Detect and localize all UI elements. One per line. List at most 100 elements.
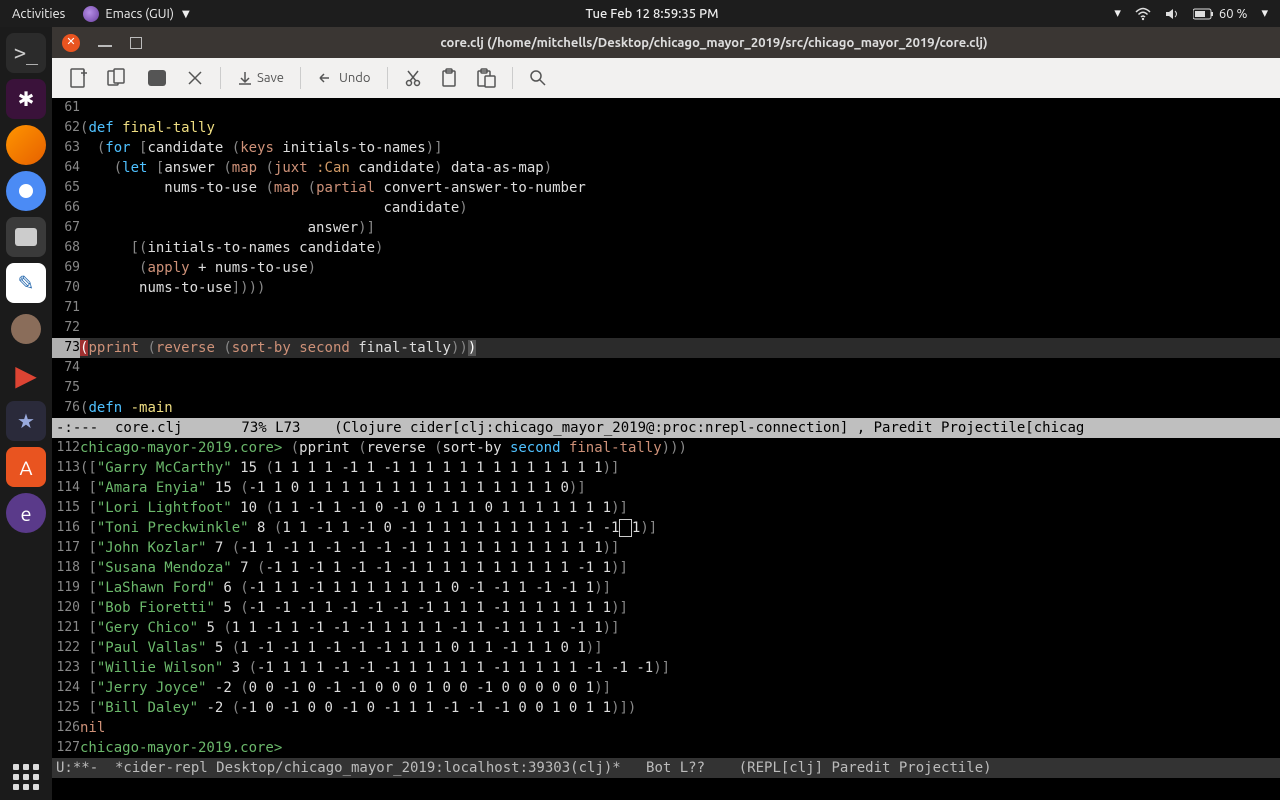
code-text: candidate) <box>80 198 1280 218</box>
close-pane-button[interactable] <box>180 65 210 91</box>
code-text: ["Susana Mendoza" 7 (-1 1 -1 1 -1 -1 -1 … <box>80 558 1280 578</box>
code-line[interactable]: 67 answer)] <box>52 218 1280 238</box>
code-line[interactable]: 61 <box>52 98 1280 118</box>
maximize-pane-button[interactable] <box>140 64 174 92</box>
code-text: nums-to-use (map (partial convert-answer… <box>80 178 1280 198</box>
new-file-button[interactable] <box>62 63 94 93</box>
code-line[interactable]: 63 (for [candidate (keys initials-to-nam… <box>52 138 1280 158</box>
toolbar-separator <box>512 67 513 89</box>
dock-chromium[interactable] <box>6 171 46 211</box>
code-line[interactable]: 127chicago-mayor-2019.core> <box>52 738 1280 758</box>
code-line[interactable]: 75 <box>52 378 1280 398</box>
code-text: (let [answer (map (juxt :Can candidate) … <box>80 158 1280 178</box>
code-text <box>80 298 1280 318</box>
code-line[interactable]: 73(pprint (reverse (sort-by second final… <box>52 338 1280 358</box>
code-line[interactable]: 70 nums-to-use]))) <box>52 278 1280 298</box>
dock-texteditor[interactable]: ✎ <box>6 263 46 303</box>
modeline-top[interactable]: -:--- core.clj 73% L73 (Clojure cider[cl… <box>52 418 1280 438</box>
code-line[interactable]: 76(defn -main <box>52 398 1280 418</box>
emacs-icon <box>83 6 99 22</box>
show-applications-button[interactable] <box>13 764 39 790</box>
dock-terminal[interactable]: >_ <box>6 33 46 73</box>
code-line[interactable]: 71 <box>52 298 1280 318</box>
window-title: core.clj (/home/mitchells/Desktop/chicag… <box>158 36 1270 50</box>
code-line[interactable]: 69 (apply + nums-to-use) <box>52 258 1280 278</box>
code-line[interactable]: 112chicago-mayor-2019.core> (pprint (rev… <box>52 438 1280 458</box>
line-number: 61 <box>52 98 80 118</box>
line-number: 62 <box>52 118 80 138</box>
line-number: 68 <box>52 238 80 258</box>
code-line[interactable]: 64 (let [answer (map (juxt :Can candidat… <box>52 158 1280 178</box>
code-text: ["Bob Fioretti" 5 (-1 -1 -1 1 -1 -1 -1 -… <box>80 598 1280 618</box>
line-number: 125 <box>52 698 80 718</box>
toolbar-separator <box>300 67 301 89</box>
line-number: 73 <box>52 338 80 358</box>
line-number: 123 <box>52 658 80 678</box>
code-line[interactable]: 74 <box>52 358 1280 378</box>
code-text: answer)] <box>80 218 1280 238</box>
cut-button[interactable] <box>398 65 428 91</box>
line-number: 115 <box>52 498 80 518</box>
undo-button[interactable]: Undo <box>311 67 377 89</box>
copy-button[interactable] <box>100 63 134 93</box>
window-maximize-button[interactable] <box>130 37 142 49</box>
line-number: 69 <box>52 258 80 278</box>
code-line[interactable]: 116 ["Toni Preckwinkle" 8 (1 1 -1 1 -1 0… <box>52 518 1280 538</box>
paste-button[interactable] <box>470 64 502 92</box>
system-tray[interactable]: ▾ 60 % ▾ <box>1114 6 1268 22</box>
code-line[interactable]: 119 ["LaShawn Ford" 6 (-1 1 1 -1 1 1 1 1… <box>52 578 1280 598</box>
code-text: ["Jerry Joyce" -2 (0 0 -1 0 -1 -1 0 0 0 … <box>80 678 1280 698</box>
line-number: 70 <box>52 278 80 298</box>
code-text: ["John Kozlar" 7 (-1 1 -1 1 -1 -1 -1 -1 … <box>80 538 1280 558</box>
dock-files[interactable] <box>6 217 46 257</box>
save-button[interactable]: Save <box>231 66 290 90</box>
dock-app-gopher[interactable] <box>6 309 46 349</box>
code-line[interactable]: 65 nums-to-use (map (partial convert-ans… <box>52 178 1280 198</box>
code-line[interactable]: 118 ["Susana Mendoza" 7 (-1 1 -1 1 -1 -1… <box>52 558 1280 578</box>
dock-app-red[interactable]: ▶ <box>6 355 46 395</box>
code-line[interactable]: 123 ["Willie Wilson" 3 (-1 1 1 1 -1 -1 -… <box>52 658 1280 678</box>
code-line[interactable]: 114 ["Amara Enyia" 15 (-1 1 0 1 1 1 1 1 … <box>52 478 1280 498</box>
volume-icon <box>1165 7 1179 21</box>
dock-slack[interactable]: ✱ <box>6 79 46 119</box>
window-minimize-button[interactable] <box>98 39 112 47</box>
dock-firefox[interactable] <box>6 125 46 165</box>
toolbar-separator <box>387 67 388 89</box>
code-line[interactable]: 125 ["Bill Daley" -2 (-1 0 -1 0 0 -1 0 -… <box>52 698 1280 718</box>
dock: >_ ✱ ✎ ▶ ★ A e <box>0 27 52 800</box>
clock[interactable]: Tue Feb 12 8:59:35 PM <box>190 7 1115 21</box>
app-menu-label: Emacs (GUI) <box>105 7 174 21</box>
line-number: 75 <box>52 378 80 398</box>
code-line[interactable]: 120 ["Bob Fioretti" 5 (-1 -1 -1 1 -1 -1 … <box>52 598 1280 618</box>
dock-software[interactable]: A <box>6 447 46 487</box>
activities-button[interactable]: Activities <box>12 7 65 21</box>
code-line[interactable]: 117 ["John Kozlar" 7 (-1 1 -1 1 -1 -1 -1… <box>52 538 1280 558</box>
cider-repl-buffer[interactable]: 112chicago-mayor-2019.core> (pprint (rev… <box>52 438 1280 758</box>
copy-clipboard-button[interactable] <box>434 64 464 92</box>
app-menu[interactable]: Emacs (GUI) ▼ <box>83 6 189 22</box>
code-line[interactable]: 72 <box>52 318 1280 338</box>
emacs-toolbar: Save Undo <box>52 58 1280 98</box>
modeline-bottom[interactable]: U:**- *cider-repl Desktop/chicago_mayor_… <box>52 758 1280 778</box>
minibuffer[interactable] <box>52 778 1280 798</box>
window-titlebar: ✕ core.clj (/home/mitchells/Desktop/chic… <box>52 27 1280 58</box>
code-line[interactable]: 66 candidate) <box>52 198 1280 218</box>
code-line[interactable]: 124 ["Jerry Joyce" -2 (0 0 -1 0 -1 -1 0 … <box>52 678 1280 698</box>
dock-emacs[interactable]: e <box>6 493 46 533</box>
code-line[interactable]: 121 ["Gery Chico" 5 (1 1 -1 1 -1 -1 -1 1… <box>52 618 1280 638</box>
save-label: Save <box>257 71 284 85</box>
code-text <box>80 318 1280 338</box>
code-text: ["Willie Wilson" 3 (-1 1 1 1 -1 -1 -1 1 … <box>80 658 1280 678</box>
code-line[interactable]: 115 ["Lori Lightfoot" 10 (1 1 -1 1 -1 0 … <box>52 498 1280 518</box>
dock-app-star[interactable]: ★ <box>6 401 46 441</box>
chevron-down-icon: ▾ <box>1261 6 1268 21</box>
code-line[interactable]: 113(["Garry McCarthy" 15 (1 1 1 1 -1 1 -… <box>52 458 1280 478</box>
code-line[interactable]: 126nil <box>52 718 1280 738</box>
window-close-button[interactable]: ✕ <box>62 34 80 52</box>
code-line[interactable]: 68 [(initials-to-names candidate) <box>52 238 1280 258</box>
editor-buffer-core-clj[interactable]: 6162(def final-tally63 (for [candidate (… <box>52 98 1280 418</box>
code-line[interactable]: 62(def final-tally <box>52 118 1280 138</box>
code-line[interactable]: 122 ["Paul Vallas" 5 (1 -1 -1 1 -1 -1 -1… <box>52 638 1280 658</box>
search-button[interactable] <box>523 65 553 91</box>
code-text <box>80 98 1280 118</box>
